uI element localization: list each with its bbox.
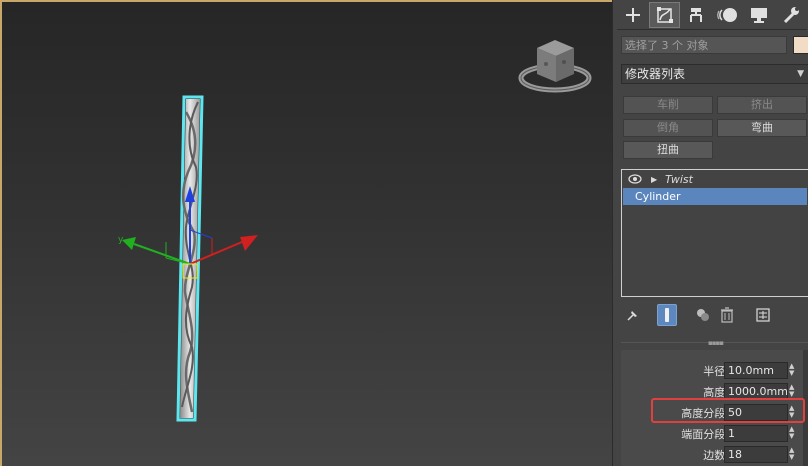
expand-arrow-icon[interactable]: ▶	[651, 171, 657, 188]
param-label: 端面分段:	[681, 428, 729, 441]
modifier-list-dropdown[interactable]: 修改器列表 ▼	[621, 64, 808, 84]
twist-button[interactable]: 扭曲	[623, 141, 713, 159]
command-panel-tabs	[617, 2, 807, 28]
extrude-button[interactable]: 挤出	[717, 96, 807, 114]
modify-icon	[656, 7, 673, 23]
modifier-stack: ▶ Twist Cylinder	[621, 169, 808, 297]
param-row-sides: 边数: 18 ▲ ▼	[621, 446, 805, 464]
wrench-icon	[784, 7, 800, 24]
plus-icon	[625, 8, 640, 22]
make-unique-button[interactable]	[693, 304, 713, 326]
create-tab[interactable]	[617, 2, 649, 28]
modifier-list-label: 修改器列表	[625, 67, 686, 81]
pin-icon	[627, 311, 637, 321]
motion-icon	[716, 8, 737, 22]
radius-input[interactable]: 10.0mm	[724, 362, 788, 379]
rollout-grip-icon[interactable]: ▪▪▪▪	[708, 339, 724, 347]
viewport-scene[interactable]: y	[2, 2, 612, 466]
show-end-result-button[interactable]	[657, 304, 677, 326]
spinner-icon[interactable]: ▲ ▼	[789, 384, 794, 398]
spinner-icon[interactable]: ▲ ▼	[789, 426, 794, 440]
motion-tab[interactable]	[712, 2, 744, 28]
hierarchy-icon	[690, 8, 703, 22]
view-cube[interactable]	[518, 40, 592, 93]
remove-modifier-button[interactable]	[717, 304, 737, 326]
object-color-swatch[interactable]	[793, 36, 808, 54]
end-result-icon	[665, 308, 669, 322]
bevel-button[interactable]: 倒角	[623, 119, 713, 137]
stack-item-label: Twist	[665, 173, 693, 186]
stack-item-cylinder[interactable]: Cylinder	[623, 188, 807, 205]
cap-segments-input[interactable]: 1	[724, 425, 788, 442]
spinner-icon[interactable]: ▲ ▼	[789, 363, 794, 377]
dropdown-arrow-icon: ▼	[797, 69, 804, 79]
tab-separator	[617, 29, 807, 30]
eye-icon[interactable]	[628, 174, 642, 184]
height-segments-highlight	[651, 398, 805, 423]
stack-toolbar	[621, 304, 808, 326]
bend-button[interactable]: 弯曲	[717, 119, 807, 137]
configure-modifier-sets-button[interactable]	[753, 304, 773, 326]
trash-icon	[721, 307, 733, 323]
lathe-button[interactable]: 车削	[623, 96, 713, 114]
display-tab[interactable]	[744, 2, 776, 28]
spinner-icon[interactable]: ▲ ▼	[789, 447, 794, 461]
hierarchy-tab[interactable]	[680, 2, 712, 28]
sides-input[interactable]: 18	[724, 446, 788, 463]
modify-tab[interactable]	[648, 2, 681, 28]
perspective-viewport[interactable]: y	[0, 0, 612, 466]
display-icon	[751, 8, 768, 23]
configure-sets-icon	[756, 308, 770, 322]
svg-text:y: y	[118, 235, 124, 245]
object-name-field[interactable]: 选择了 3 个 对象	[621, 36, 787, 54]
param-row-cap-segments: 端面分段: 1 ▲ ▼	[621, 425, 805, 443]
make-unique-icon	[697, 309, 709, 321]
param-row-radius: 半径: 10.0mm ▲ ▼	[621, 362, 805, 380]
stack-item-twist[interactable]: ▶ Twist	[623, 171, 807, 188]
utilities-tab[interactable]	[775, 2, 807, 28]
command-panel: 选择了 3 个 对象 修改器列表 ▼ 车削 挤出 倒角 弯曲 扭曲 ▶ Twis…	[612, 0, 808, 466]
pin-stack-button[interactable]	[623, 304, 643, 326]
